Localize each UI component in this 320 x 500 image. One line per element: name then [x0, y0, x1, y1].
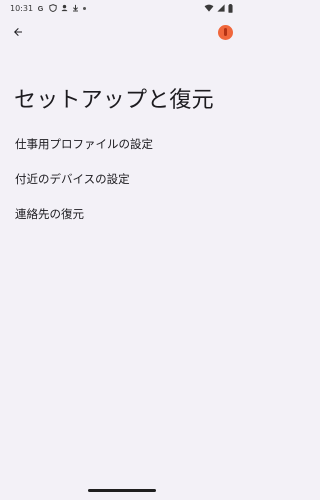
menu-item-work-profile-setup[interactable]: 仕事用プロファイルの設定 — [0, 126, 243, 161]
page-title: セットアップと復元 — [14, 88, 214, 113]
status-bar: 10:31 G — [0, 0, 243, 16]
arrow-back-icon — [14, 28, 22, 36]
download-icon — [72, 4, 79, 12]
status-left: 10:31 G — [10, 3, 87, 13]
menu-item-nearby-device-setup[interactable]: 付近のデバイスの設定 — [0, 161, 243, 196]
person-icon — [61, 4, 68, 12]
screen-record-button[interactable] — [218, 24, 233, 40]
gesture-nav-handle[interactable] — [88, 489, 156, 492]
shield-icon — [49, 4, 57, 12]
screen: 10:31 G セットアップと復元 仕事用プロファイルの設定 付近のデバイスの設… — [0, 0, 243, 500]
signal-icon — [217, 4, 225, 12]
settings-menu: 仕事用プロファイルの設定 付近のデバイスの設定 連絡先の復元 — [0, 126, 243, 231]
back-button[interactable] — [10, 24, 26, 40]
google-icon: G — [37, 4, 45, 12]
svg-text:G: G — [38, 4, 44, 12]
wifi-icon — [204, 4, 214, 12]
battery-icon — [228, 3, 233, 13]
status-time: 10:31 — [10, 3, 34, 13]
status-right — [204, 3, 233, 13]
screen-record-icon — [224, 28, 227, 36]
dot-icon — [83, 6, 87, 10]
menu-item-restore-contacts[interactable]: 連絡先の復元 — [0, 196, 243, 231]
app-bar — [0, 20, 243, 44]
